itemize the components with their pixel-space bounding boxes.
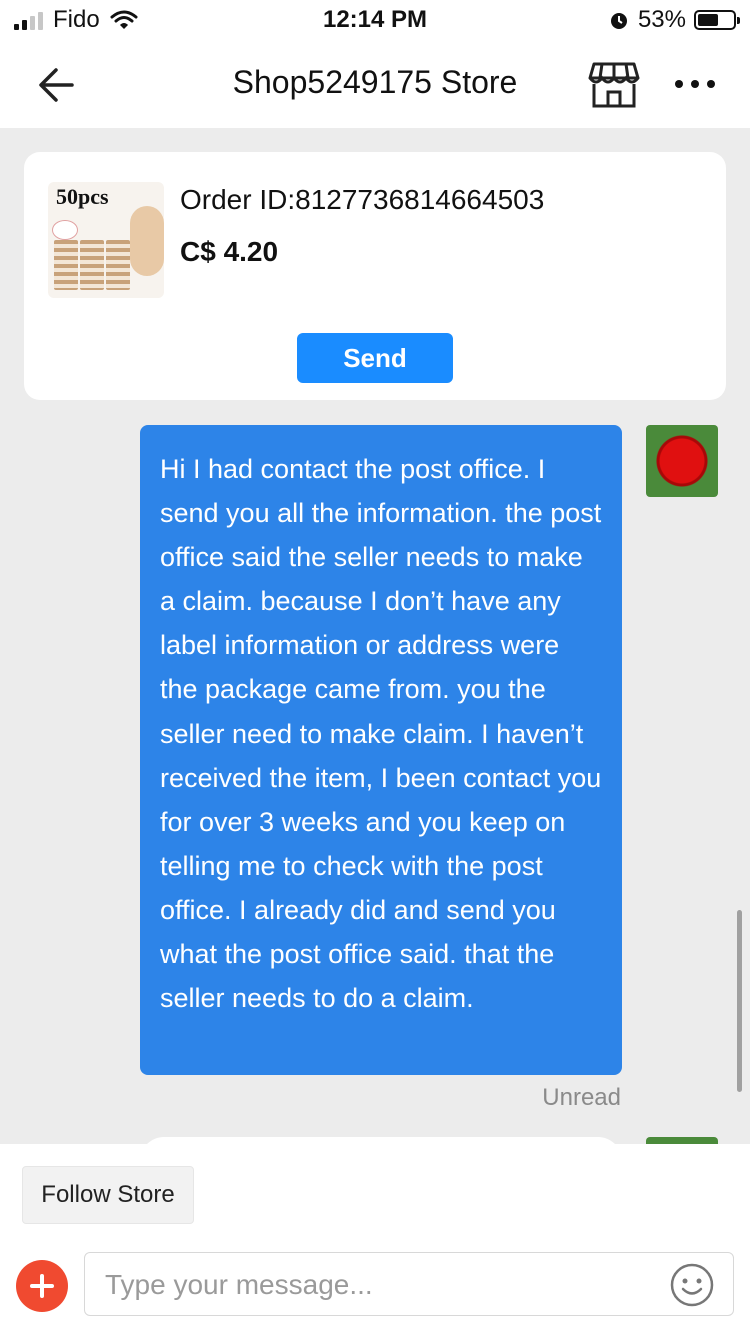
bottom-bar: Follow Store [0, 1144, 750, 1334]
product-image-label: 50pcs [56, 184, 109, 209]
battery-icon [694, 10, 740, 30]
order-card: 50pcs Order ID:8127736814664503 C$ 4.20 … [24, 152, 726, 400]
alarm-icon [610, 13, 627, 29]
follow-store-button[interactable]: Follow Store [22, 1166, 194, 1224]
message-bubble[interactable]: Hi I had contact the post office. I send… [140, 425, 622, 1075]
nav-bar: Shop5249175 Store [0, 40, 750, 128]
message-input[interactable] [103, 1261, 667, 1309]
message-status: Unread [542, 1084, 621, 1111]
more-options-icon[interactable] [670, 64, 720, 104]
order-id: Order ID:8127736814664503 [180, 184, 545, 215]
store-icon[interactable] [588, 60, 640, 110]
emoji-icon[interactable] [669, 1262, 715, 1308]
avatar[interactable] [646, 425, 718, 497]
scrollbar[interactable] [737, 910, 742, 1092]
product-thumbnail[interactable]: 50pcs [48, 182, 164, 298]
message-bubble-partial[interactable] [140, 1137, 622, 1144]
order-price: C$ 4.20 [180, 236, 279, 267]
add-attachment-icon[interactable] [16, 1260, 68, 1312]
send-order-button[interactable]: Send [297, 333, 453, 383]
chat-area[interactable]: Hi I had contact the post office. I send… [0, 424, 750, 1144]
status-bar: Fido 12:14 PM 53% [0, 0, 750, 40]
avatar[interactable] [646, 1137, 718, 1144]
battery-percent: 53% [637, 6, 686, 33]
message-input-container [84, 1252, 734, 1316]
